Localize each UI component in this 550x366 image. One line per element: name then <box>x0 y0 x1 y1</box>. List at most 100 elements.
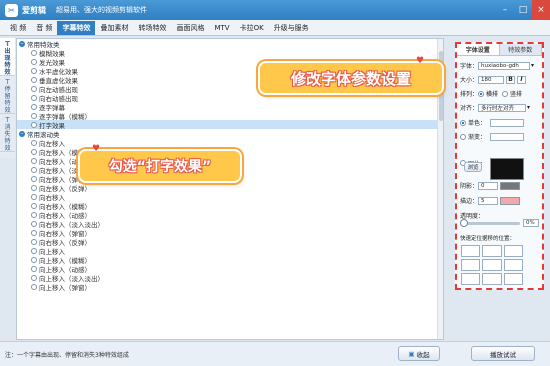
tab-effect-params[interactable]: 特效参数 <box>499 44 542 55</box>
tab-font-settings[interactable]: 字体设置 <box>457 44 500 55</box>
align-label: 对齐： <box>460 105 479 112</box>
list-item[interactable]: 模糊效果 <box>17 48 443 58</box>
collapse-group-icon[interactable]: – <box>19 40 25 47</box>
effect-radio[interactable] <box>31 265 37 272</box>
arrange-horizontal-radio[interactable] <box>478 90 485 97</box>
position-cell[interactable] <box>482 273 502 285</box>
effect-radio[interactable] <box>31 49 37 56</box>
menu-item-4[interactable]: 转场特效 <box>133 21 171 35</box>
effect-radio[interactable] <box>31 274 37 281</box>
menu-item-6[interactable]: MTV <box>209 21 234 35</box>
effect-radio[interactable] <box>31 76 37 83</box>
opacity-slider[interactable] <box>460 219 520 227</box>
effect-radio[interactable] <box>31 256 37 263</box>
position-cell[interactable] <box>503 259 523 271</box>
position-cell[interactable] <box>503 245 523 257</box>
list-item[interactable]: 打字效果 <box>17 120 443 130</box>
effect-radio[interactable] <box>31 67 37 74</box>
preview-button[interactable]: 播放试试 <box>471 346 535 361</box>
menu-item-8[interactable]: 升级与服务 <box>269 21 314 35</box>
effect-radio[interactable] <box>31 103 37 110</box>
effect-radio[interactable] <box>31 193 37 200</box>
properties-panel: 字体设置 特效参数 字体： huxiaobo-gdh ▾ 大小： 180 B I 排列：横… <box>455 42 544 290</box>
effect-radio[interactable] <box>31 148 37 155</box>
menu-item-1[interactable]: 音 频 <box>31 21 57 35</box>
bottom-bar: 注：一个字幕由出现、停留和消失3种特效组成 ▣ 收起 播放试试 <box>0 341 550 366</box>
position-cell[interactable] <box>461 245 481 257</box>
collapse-button[interactable]: ▣ 收起 <box>398 346 440 361</box>
close-icon[interactable]: × <box>532 0 550 20</box>
effect-radio[interactable] <box>31 121 37 128</box>
list-item[interactable]: 逐字弹幕（模糊） <box>17 111 443 121</box>
browse-button[interactable]: 浏览 <box>464 162 482 172</box>
position-cell[interactable] <box>503 273 523 285</box>
list-item[interactable]: 向上移入（弹窗） <box>17 282 443 292</box>
effect-radio[interactable] <box>31 94 37 101</box>
arrange-vertical-label: 竖排 <box>510 91 523 98</box>
collapse-group-icon[interactable]: – <box>19 130 25 137</box>
effect-radio[interactable] <box>31 85 37 92</box>
effect-radio[interactable] <box>31 238 37 245</box>
shadow-label: 阴影： <box>460 183 479 190</box>
arrange-vertical-radio[interactable] <box>502 90 509 97</box>
effect-radio[interactable] <box>31 184 37 191</box>
group-header[interactable]: – 常用滚动类 <box>17 129 443 139</box>
tab-phase-0[interactable]: T 出现特效 <box>0 38 15 76</box>
fill-gradient-radio[interactable] <box>460 133 466 140</box>
group-header[interactable]: – 常用特效类 <box>17 39 443 49</box>
effect-radio[interactable] <box>31 220 37 227</box>
effect-radio[interactable] <box>31 139 37 146</box>
effect-radio[interactable] <box>31 112 37 119</box>
align-select[interactable]: 多行时左对齐 <box>478 103 527 112</box>
effect-label: 向上移入（弹窗） <box>39 283 91 292</box>
effect-radio[interactable] <box>31 247 37 254</box>
text-icon: T <box>5 78 10 86</box>
list-item[interactable]: 向左移入（反弹） <box>17 183 443 193</box>
opacity-slider-thumb[interactable] <box>460 219 468 227</box>
collapse-label: 收起 <box>416 350 430 359</box>
stroke-color-swatch[interactable] <box>500 196 521 205</box>
fill-solid-radio[interactable] <box>460 119 466 126</box>
shadow-stepper[interactable]: 0 <box>478 181 499 190</box>
menu-item-3[interactable]: 叠加素材 <box>95 21 133 35</box>
effect-radio[interactable] <box>31 175 37 182</box>
effect-radio[interactable] <box>31 211 37 218</box>
opacity-value: 0% <box>523 219 539 227</box>
menu-item-0[interactable]: 视 频 <box>5 21 31 35</box>
menu-item-2[interactable]: 字幕特效 <box>57 20 96 35</box>
maximize-icon[interactable]: □ <box>514 0 532 20</box>
minimize-icon[interactable]: – <box>496 0 514 20</box>
list-item[interactable]: 向右移入（反弹） <box>17 237 443 247</box>
stroke-stepper[interactable]: 5 <box>478 196 499 205</box>
menu-item-5[interactable]: 画面风格 <box>171 21 209 35</box>
effect-radio[interactable] <box>31 157 37 164</box>
position-cell[interactable] <box>482 259 502 271</box>
position-cell[interactable] <box>461 273 481 285</box>
text-icon: T <box>5 40 10 48</box>
editor-window: ✂ 爱剪辑 超易用、强大的视频剪辑软件 – □ × 视 频音 频字幕特效 叠加素材… <box>0 0 550 366</box>
tab-phase-2[interactable]: T 消失特效 <box>0 114 15 152</box>
shadow-color-swatch[interactable] <box>500 181 521 190</box>
position-cell[interactable] <box>482 245 502 257</box>
effect-radio[interactable] <box>31 166 37 173</box>
main-menu: 视 频音 频字幕特效 叠加素材 转场特效 画面风格 MTV 卡拉OK 升级与服务 <box>0 20 550 36</box>
effect-radio[interactable] <box>31 58 37 65</box>
heart-icon: ♥ <box>92 144 101 154</box>
chevron-down-icon[interactable]: ▾ <box>531 62 534 69</box>
bold-button[interactable]: B <box>506 75 516 84</box>
gradient-color-picker[interactable] <box>490 132 525 141</box>
effect-radio[interactable] <box>31 202 37 209</box>
italic-button[interactable]: I <box>517 75 527 84</box>
list-item[interactable]: 向右动感出现 <box>17 93 443 103</box>
font-select[interactable]: huxiaobo-gdh <box>478 61 531 70</box>
effect-radio[interactable] <box>31 283 37 290</box>
app-logo-icon: ✂ <box>5 3 18 17</box>
position-cell[interactable] <box>461 259 481 271</box>
tab-phase-1[interactable]: T 停留特效 <box>0 76 15 114</box>
menu-item-7[interactable]: 卡拉OK <box>235 21 269 35</box>
effect-radio[interactable] <box>31 229 37 236</box>
chevron-down-icon[interactable]: ▾ <box>527 104 530 111</box>
image-preview <box>490 158 525 180</box>
size-stepper[interactable]: 180 <box>478 75 505 84</box>
solid-color-picker[interactable] <box>490 118 525 127</box>
